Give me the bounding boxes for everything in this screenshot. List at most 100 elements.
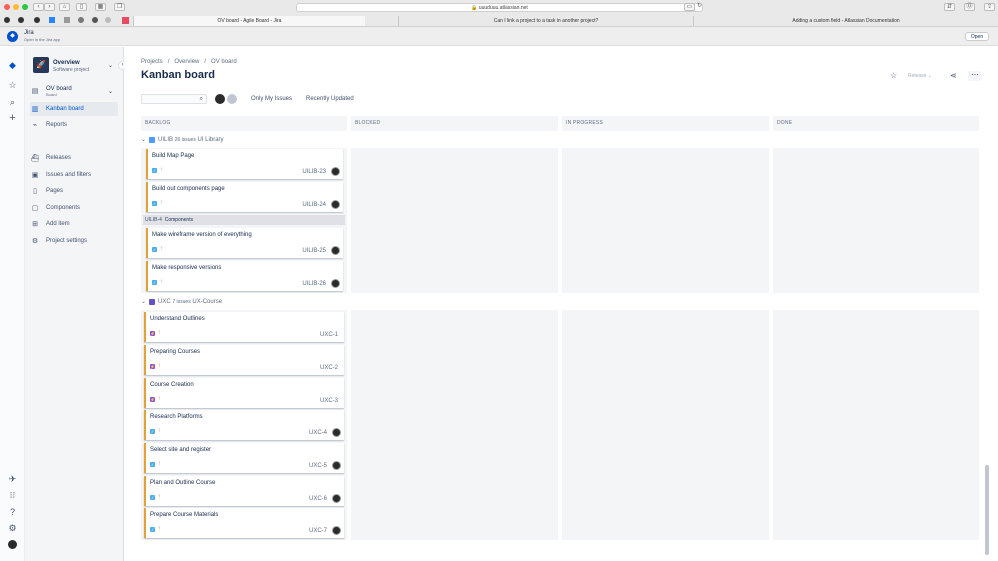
swimlane-key: UXC	[158, 298, 171, 305]
sidebar-item-label: Kanban board	[46, 106, 84, 112]
swimlane-header[interactable]: ⌄ UXC 7 issues UX-Course	[141, 298, 222, 305]
project-name[interactable]: Overview	[53, 60, 80, 66]
card-key: UXC-4	[308, 430, 327, 436]
jira-home-icon[interactable]: ◆	[6, 59, 19, 72]
issue-card[interactable]: Plan and Outline Course ✓ ↑ UXC-6	[144, 476, 344, 506]
issues-icon: ▣	[31, 172, 39, 179]
open-in-app-button[interactable]: Open	[965, 32, 989, 41]
bookmark-favicon-icon[interactable]	[92, 17, 98, 23]
bookmark-favicon-icon[interactable]	[49, 17, 55, 23]
notifications-icon[interactable]: ✈	[6, 473, 19, 486]
issue-card[interactable]: Build Map Page ✓ ↑ UILIB-23	[146, 149, 343, 179]
project-sidebar: 🚀 Overview Software project ⌄ ‹ ▤ OV boa…	[25, 47, 127, 561]
reload-icon[interactable]: ↻	[694, 3, 705, 11]
issue-card[interactable]: Understand Outlines ⚡ ↑ UXC-1	[144, 312, 344, 342]
issue-card[interactable]: Research Platforms ✓ ↑ UXC-4	[144, 410, 344, 440]
swimlane-key: UILIB	[158, 136, 174, 143]
issue-card[interactable]: Course Creation ⚡ ↑ UXC-3	[144, 378, 344, 408]
sidebar-item-kanban-board[interactable]: ▥ Kanban board	[30, 102, 118, 116]
star-icon[interactable]: ☆	[890, 71, 897, 80]
avatar[interactable]	[226, 93, 238, 105]
column-header-backlog[interactable]: BACKLOG	[141, 116, 347, 131]
priority-icon: ↑	[158, 363, 161, 369]
board-icon: ▤	[31, 88, 39, 95]
address-bar[interactable]: 🔒 uuuduuu.atlassian.net	[296, 3, 703, 12]
story-icon: ✓	[152, 280, 157, 285]
bookmark-favicon-icon[interactable]	[122, 17, 129, 24]
breadcrumb-projects[interactable]: Projects	[141, 59, 163, 65]
column-header-in-progress[interactable]: IN PROGRESS	[562, 116, 769, 131]
settings-icon[interactable]: ⚙	[6, 522, 19, 535]
downloads-icon[interactable]: ⓪	[964, 3, 975, 11]
minimize-window-button[interactable]	[13, 4, 19, 10]
bookmark-favicon-icon[interactable]	[64, 17, 70, 23]
github-favicon-icon[interactable]	[18, 17, 24, 23]
browser-tab[interactable]: OV board - Agile Board - Jira	[133, 16, 365, 26]
chevron-down-icon: ⌄	[141, 137, 147, 143]
sidebar-item-pages[interactable]: ▯ Pages	[30, 184, 140, 198]
sidebar-item-label: Components	[46, 205, 81, 211]
release-button[interactable]: Release ⌄	[908, 72, 942, 81]
share-page-icon[interactable]: ⇪	[984, 3, 995, 11]
breadcrumb-separator: /	[204, 59, 207, 65]
search-input[interactable]: ⌕	[141, 94, 207, 104]
tab-overview-icon[interactable]: ▦	[95, 3, 106, 11]
sidebar-toggle-icon[interactable]: ▯	[76, 3, 87, 11]
github-favicon-icon[interactable]	[4, 17, 10, 23]
epic-group-header[interactable]: UILIB-4 Components	[143, 215, 345, 225]
board-switcher[interactable]: ▤ OV board Board ⌄	[30, 84, 140, 98]
tab-group-icon[interactable]: ❐	[114, 3, 125, 11]
breadcrumb-overview[interactable]: Overview	[174, 59, 199, 65]
card-title: Plan and Outline Course	[150, 480, 216, 486]
issue-card[interactable]: Prepare Course Materials ✓ ↑ UXC-7	[144, 508, 344, 538]
sidebar-item-add-item[interactable]: ⊞ Add item	[30, 217, 140, 231]
board-main: Projects / Overview / OV board Kanban bo…	[125, 47, 998, 561]
home-icon[interactable]: ⌂	[59, 3, 70, 11]
help-icon[interactable]: ?	[6, 506, 19, 519]
issue-card[interactable]: Preparing Courses ⚡ ↑ UXC-2	[144, 345, 344, 375]
vertical-scrollbar[interactable]	[985, 465, 989, 555]
swimlane-header[interactable]: ⌄ UILIB 26 issues UI Library	[141, 136, 224, 143]
chevron-down-icon[interactable]: ⌄	[108, 62, 113, 69]
close-window-button[interactable]	[4, 4, 10, 10]
forward-icon[interactable]: ›	[44, 3, 55, 11]
share-icon[interactable]: ⋖	[950, 71, 957, 80]
column-header-done[interactable]: DONE	[773, 116, 979, 131]
search-icon[interactable]: ⌕	[6, 96, 19, 109]
breadcrumb-board[interactable]: OV board	[211, 59, 237, 65]
sidebar-item-releases[interactable]: ⛴ Releases	[30, 151, 140, 165]
only-my-issues-filter[interactable]: Only My Issues	[251, 96, 292, 102]
starred-icon[interactable]: ☆	[6, 79, 19, 92]
kanban-icon: ▥	[31, 106, 39, 113]
column-header-blocked[interactable]: BLOCKED	[351, 116, 558, 131]
issue-card[interactable]: Build out components page ✓ ↑ UILIB-24	[146, 182, 343, 212]
zoom-window-button[interactable]	[22, 4, 28, 10]
app-switcher-icon[interactable]: ⁝⁝	[6, 489, 19, 502]
sidebar-item-project-settings[interactable]: ⚙ Project settings	[30, 234, 140, 248]
user-avatar[interactable]	[8, 540, 17, 549]
create-icon[interactable]: +	[6, 112, 19, 125]
more-actions-icon[interactable]: ⋯	[968, 71, 982, 81]
back-icon[interactable]: ‹	[33, 3, 44, 11]
sidebar-item-issues-and-filters[interactable]: ▣ Issues and filters	[30, 168, 140, 182]
bookmark-favicon-icon[interactable]	[78, 17, 84, 23]
story-icon: ✓	[152, 247, 157, 252]
banner-app-name: Jira	[24, 30, 34, 36]
sidebar-item-reports[interactable]: ⌁ Reports	[30, 118, 140, 132]
issue-card[interactable]: Make wireframe version of everything ✓ ↑ …	[146, 228, 343, 258]
github-favicon-icon[interactable]	[34, 17, 40, 23]
story-icon: ✓	[152, 168, 157, 173]
recently-updated-filter[interactable]: Recently Updated	[306, 96, 354, 102]
bookmark-favicon-icon[interactable]	[105, 17, 111, 23]
sidebar-item-label: Issues and filters	[46, 172, 92, 178]
avatar[interactable]	[214, 93, 226, 105]
browser-tab[interactable]: Adding a custom field - Atlassian Docume…	[693, 16, 998, 26]
extension-icon[interactable]: ⇵	[944, 3, 955, 11]
issue-card[interactable]: Select site and register ✓ ↑ UXC-5	[144, 443, 344, 473]
card-key: UILIB-24	[302, 202, 326, 208]
sidebar-item-components[interactable]: ▢ Components	[30, 201, 140, 215]
issue-card[interactable]: Make responsive versions ✓ ↑ UILIB-26	[146, 261, 343, 291]
priority-icon: ↑	[158, 461, 161, 467]
browser-tab[interactable]: Can I link a project to a task in anothe…	[398, 16, 693, 26]
project-type: Software project	[53, 67, 90, 73]
